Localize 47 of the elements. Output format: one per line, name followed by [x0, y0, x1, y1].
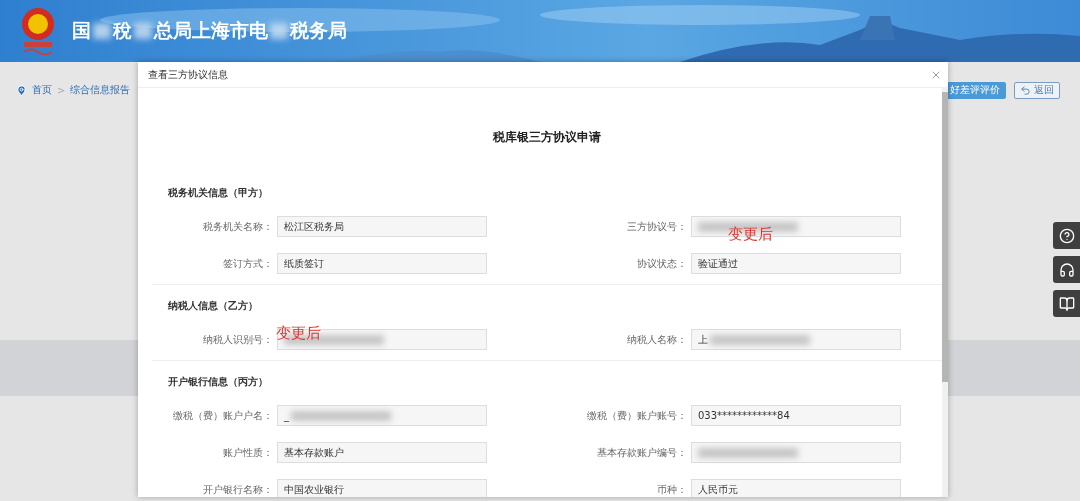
site-title: 总局上海市电 — [154, 18, 268, 43]
site-title: 国 — [72, 18, 91, 43]
field-label: 协议状态： — [636, 256, 688, 271]
field-label: 税务机关名称： — [202, 219, 274, 234]
input-field[interactable]: 纸质签订 — [277, 253, 487, 274]
site-title: 税务局 — [290, 18, 347, 43]
dialog-title: 查看三方协议信息 — [148, 67, 228, 82]
input-field[interactable]: 松江区税务局 — [277, 216, 487, 237]
back-button[interactable]: 返回 — [1014, 81, 1060, 99]
headset-icon — [1058, 261, 1075, 278]
field-label: 纳税人名称： — [626, 332, 688, 347]
section-title: 纳税人信息（乙方） — [167, 299, 259, 313]
breadcrumb-link[interactable]: 综合信息报告 — [70, 83, 131, 97]
input-field[interactable]: 人民币元 — [691, 479, 901, 497]
field-label: 开户银行名称： — [202, 482, 274, 497]
field-label: 签订方式： — [222, 256, 274, 271]
redacted-blur — [93, 23, 111, 39]
input-field[interactable]: 中国农业银行 — [277, 479, 487, 497]
undo-icon — [1020, 84, 1031, 96]
field-label: 缴税（费）账户户名： — [172, 408, 274, 423]
field-label: 三方协议号： — [626, 219, 688, 234]
redacted-blur — [270, 23, 288, 39]
input-field[interactable]: 基本存款账户 — [277, 442, 487, 463]
field-label: 账户性质： — [222, 445, 274, 460]
field-label: 纳税人识别号： — [202, 332, 274, 347]
service-tool-button[interactable] — [1053, 256, 1080, 283]
input-field[interactable] — [691, 442, 901, 463]
field-label: 币种： — [656, 482, 688, 497]
manual-tool-button[interactable] — [1053, 290, 1080, 317]
scrollbar-thumb[interactable] — [942, 92, 948, 382]
form-heading: 税库银三方协议申请 — [492, 129, 602, 146]
section-title: 开户银行信息（丙方） — [167, 375, 269, 389]
redacted-blur — [134, 23, 152, 39]
breadcrumb-link[interactable]: 首页 — [32, 83, 52, 97]
breadcrumb-separator: > — [57, 84, 66, 96]
book-icon — [1058, 295, 1075, 312]
input-field[interactable]: 上 — [691, 329, 901, 350]
input-field[interactable]: _ — [277, 405, 487, 426]
site-title: 稅 — [113, 18, 132, 43]
input-field[interactable]: 033************84 — [691, 405, 901, 426]
section-title: 税务机关信息（甲方） — [167, 186, 269, 200]
input-field[interactable]: 验证通过 — [691, 253, 901, 274]
help-tool-button[interactable] — [1053, 222, 1080, 249]
question-icon — [1058, 227, 1075, 244]
field-label: 基本存款账户编号： — [596, 445, 688, 460]
field-label: 缴税（费）账户账号： — [586, 408, 688, 423]
location-pin-icon — [16, 84, 27, 96]
